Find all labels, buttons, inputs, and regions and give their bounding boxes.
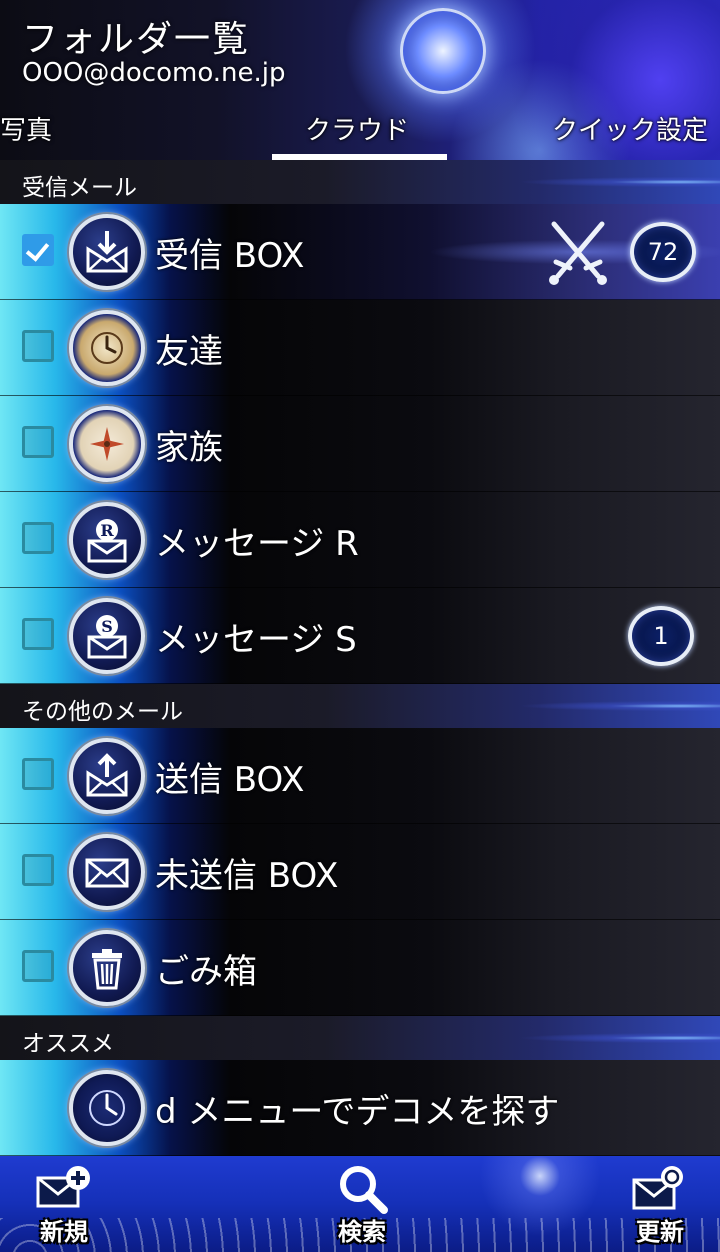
search-icon	[340, 1166, 388, 1214]
folder-checkbox[interactable]	[22, 426, 54, 458]
folder-row-unsent[interactable]: 未送信 BOX	[0, 824, 720, 920]
header: フォルダ一覧 OOO@docomo.ne.jp 写真 クラウド クイック設定	[0, 0, 720, 160]
section-title: 受信メール	[22, 175, 137, 201]
section-header-inbox: 受信メール	[0, 160, 720, 204]
folder-row-message-r[interactable]: R メッセージ R	[0, 492, 720, 588]
folder-checkbox[interactable]	[22, 758, 54, 790]
folder-label: 友達	[155, 332, 223, 372]
folder-label: ごみ箱	[155, 952, 257, 992]
page-title: フォルダ一覧	[22, 19, 251, 60]
recommend-dmenu-link[interactable]: d メニューでデコメを探す	[0, 1060, 720, 1156]
folder-row-friends[interactable]: 友達	[0, 300, 720, 396]
section-header-recommend: オススメ	[0, 1016, 720, 1060]
clock-icon	[69, 1070, 145, 1146]
svg-text:S: S	[101, 617, 113, 636]
folder-checkbox[interactable]	[22, 234, 54, 266]
folder-checkbox[interactable]	[22, 950, 54, 982]
bottom-toolbar: 新規 検索 更新	[0, 1156, 720, 1252]
tab-cloud[interactable]: クラウド	[305, 110, 409, 147]
clock-icon	[69, 310, 145, 386]
folder-label: メッセージ S	[155, 620, 357, 660]
folder-row-trash[interactable]: ごみ箱	[0, 920, 720, 1016]
tab-photo[interactable]: 写真	[0, 110, 52, 147]
search-button[interactable]: 検索	[316, 1162, 408, 1250]
folder-label: メッセージ R	[155, 524, 359, 564]
trash-icon	[69, 930, 145, 1006]
folder-checkbox[interactable]	[22, 854, 54, 886]
tab-bar: 写真 クラウド クイック設定	[0, 106, 720, 160]
folder-checkbox[interactable]	[22, 618, 54, 650]
pocket-watch-decoration-icon	[400, 8, 486, 94]
mail-icon	[69, 834, 145, 910]
folder-checkbox[interactable]	[22, 330, 54, 362]
mail-download-icon	[69, 214, 145, 290]
folder-row-outbox[interactable]: 送信 BOX	[0, 728, 720, 824]
search-label: 検索	[338, 1218, 386, 1246]
section-header-other: その他のメール	[0, 684, 720, 728]
folder-list-screen: フォルダ一覧 OOO@docomo.ne.jp 写真 クラウド クイック設定 受…	[0, 0, 720, 1252]
account-address: OOO@docomo.ne.jp	[22, 58, 286, 88]
svg-text:R: R	[100, 521, 114, 540]
folder-label: 未送信 BOX	[155, 856, 339, 896]
refresh-button[interactable]: 更新	[614, 1162, 706, 1250]
refresh-label: 更新	[636, 1218, 684, 1246]
mail-r-icon: R	[69, 502, 145, 578]
unread-count-badge: 72	[630, 222, 696, 282]
recommend-label: d メニューでデコメを探す	[155, 1092, 560, 1132]
folder-row-family[interactable]: 家族	[0, 396, 720, 492]
mail-s-icon: S	[69, 598, 145, 674]
folder-row-message-s[interactable]: S メッセージ S 1	[0, 588, 720, 684]
tab-quick-settings[interactable]: クイック設定	[552, 110, 708, 147]
mail-upload-icon	[69, 738, 145, 814]
compass-icon	[69, 406, 145, 482]
section-title: オススメ	[22, 1031, 114, 1057]
crossed-swords-icon	[549, 221, 607, 285]
unread-count-badge: 1	[628, 606, 694, 666]
new-mail-label: 新規	[40, 1218, 88, 1246]
refresh-mail-icon	[632, 1166, 683, 1210]
folder-label: 送信 BOX	[155, 760, 305, 800]
new-mail-icon	[36, 1166, 90, 1208]
folder-label: 家族	[155, 428, 223, 468]
folder-row-inbox[interactable]: 受信 BOX 72	[0, 204, 720, 300]
section-title: その他のメール	[22, 699, 183, 725]
folder-checkbox[interactable]	[22, 522, 54, 554]
new-mail-button[interactable]: 新規	[18, 1162, 110, 1250]
folder-label: 受信 BOX	[155, 236, 305, 276]
